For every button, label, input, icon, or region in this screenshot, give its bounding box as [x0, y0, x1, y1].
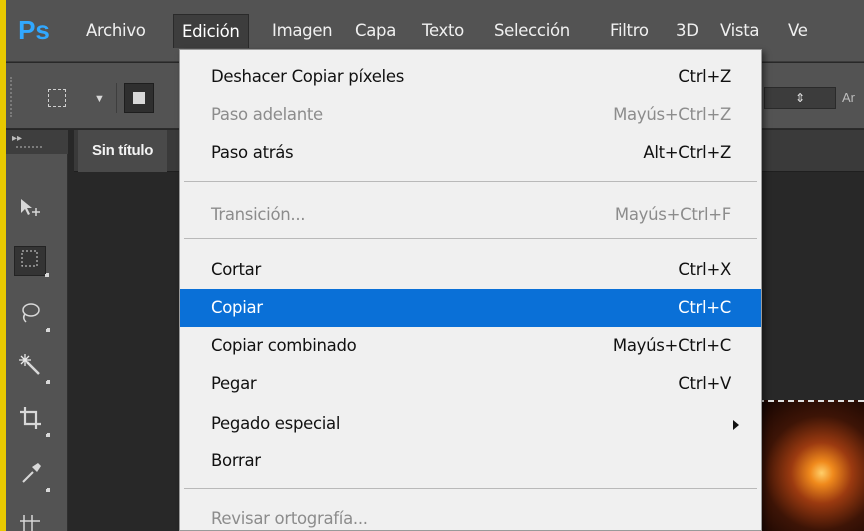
divider — [116, 83, 117, 113]
menu-3d[interactable]: 3D — [668, 14, 707, 48]
menu-item-shortcut: Ctrl+Z — [678, 67, 731, 86]
edit-menu-dropdown: Deshacer Copiar píxeles Ctrl+Z Paso adel… — [179, 49, 762, 531]
menu-item-paso-adelante[interactable]: Paso adelante Mayús+Ctrl+Z — [180, 96, 761, 134]
menu-item-label: Borrar — [211, 451, 261, 470]
menu-item-label: Cortar — [211, 260, 261, 279]
truncated-option-label: Ar — [842, 90, 855, 105]
image-canvas[interactable] — [758, 400, 864, 531]
menu-separator — [184, 238, 757, 239]
menu-archivo[interactable]: Archivo — [78, 14, 154, 48]
tools-panel: ▸▸ — [6, 130, 68, 531]
menu-item-label: Copiar — [211, 298, 263, 317]
submenu-corner-icon — [46, 380, 50, 384]
menu-item-shortcut: Alt+Ctrl+Z — [643, 143, 731, 162]
document-tab[interactable]: Sin título — [78, 130, 168, 172]
menu-item-copiar[interactable]: Copiar Ctrl+C — [180, 289, 761, 327]
menu-item-paso-atras[interactable]: Paso atrás Alt+Ctrl+Z — [180, 134, 761, 172]
magic-wand-tool-icon[interactable] — [14, 352, 50, 384]
submenu-corner-icon — [46, 488, 50, 492]
menu-item-shortcut: Mayús+Ctrl+Z — [613, 105, 731, 124]
menu-separator — [184, 488, 757, 489]
menu-item-label: Paso atrás — [211, 143, 294, 162]
tools-panel-header[interactable]: ▸▸ — [6, 130, 68, 154]
menu-item-transicion[interactable]: Transición... Mayús+Ctrl+F — [180, 196, 761, 234]
submenu-corner-icon — [46, 328, 50, 332]
menu-item-label: Deshacer Copiar píxeles — [211, 67, 404, 86]
menu-item-shortcut: Ctrl+X — [678, 260, 731, 279]
rect-marquee-tool-icon[interactable] — [14, 246, 49, 277]
menu-seleccion[interactable]: Selección — [486, 14, 578, 48]
menu-item-label: Pegado especial — [211, 414, 341, 433]
menu-item-pegar[interactable]: Pegar Ctrl+V — [180, 365, 761, 403]
menu-item-shortcut: Ctrl+V — [678, 374, 731, 393]
panel-grip — [16, 146, 42, 150]
menu-filtro[interactable]: Filtro — [602, 14, 657, 48]
menu-item-label: Transición... — [211, 205, 306, 224]
menu-item-shortcut: Mayús+Ctrl+F — [614, 205, 731, 224]
move-tool-icon[interactable] — [14, 196, 46, 226]
menu-item-label: Paso adelante — [211, 105, 323, 124]
menu-item-label: Revisar ortografía... — [211, 509, 368, 528]
menu-edicion[interactable]: Edición — [173, 14, 249, 48]
menu-item-deshacer[interactable]: Deshacer Copiar píxeles Ctrl+Z — [180, 58, 761, 96]
menu-texto[interactable]: Texto — [414, 14, 472, 48]
menu-item-copiar-combinado[interactable]: Copiar combinado Mayús+Ctrl+C — [180, 327, 761, 365]
menu-item-shortcut: Ctrl+C — [678, 298, 731, 317]
menu-item-pegado-especial[interactable]: Pegado especial — [180, 405, 761, 443]
menu-item-label: Pegar — [211, 374, 257, 393]
expand-arrows-icon: ▸▸ — [12, 133, 23, 144]
menu-item-cortar[interactable]: Cortar Ctrl+X — [180, 251, 761, 289]
menu-imagen[interactable]: Imagen — [264, 14, 340, 48]
updown-arrow-icon: ⇕ — [794, 91, 806, 105]
menu-vista[interactable]: Vista — [712, 14, 767, 48]
menu-item-label: Copiar combinado — [211, 336, 357, 355]
menu-item-revisar-ortografia[interactable]: Revisar ortografía... — [180, 500, 761, 531]
crop-tool-icon[interactable] — [14, 405, 50, 437]
menu-item-shortcut: Mayús+Ctrl+C — [612, 336, 731, 355]
submenu-corner-icon — [45, 273, 49, 277]
style-select[interactable]: ⇕ — [764, 87, 836, 109]
menu-item-borrar[interactable]: Borrar — [180, 442, 761, 480]
tool-preset-picker[interactable]: ▼ — [42, 83, 105, 113]
menu-ventana[interactable]: Ve — [780, 14, 816, 48]
ps-logo: Ps — [18, 15, 50, 45]
chevron-down-icon: ▼ — [94, 93, 105, 105]
menu-separator — [184, 181, 757, 182]
lasso-tool-icon[interactable] — [14, 300, 50, 332]
options-bar-grip[interactable] — [10, 77, 14, 117]
submenu-arrow-icon — [733, 420, 739, 430]
photoshop-window: Ps Archivo Edición Imagen Capa Texto Sel… — [6, 0, 864, 531]
menu-capa[interactable]: Capa — [347, 14, 404, 48]
rect-marquee-icon — [48, 89, 66, 107]
submenu-corner-icon — [46, 433, 50, 437]
frame-tool-icon[interactable] — [14, 512, 46, 531]
new-selection-button[interactable] — [124, 83, 154, 113]
eyedropper-tool-icon[interactable] — [14, 460, 50, 492]
